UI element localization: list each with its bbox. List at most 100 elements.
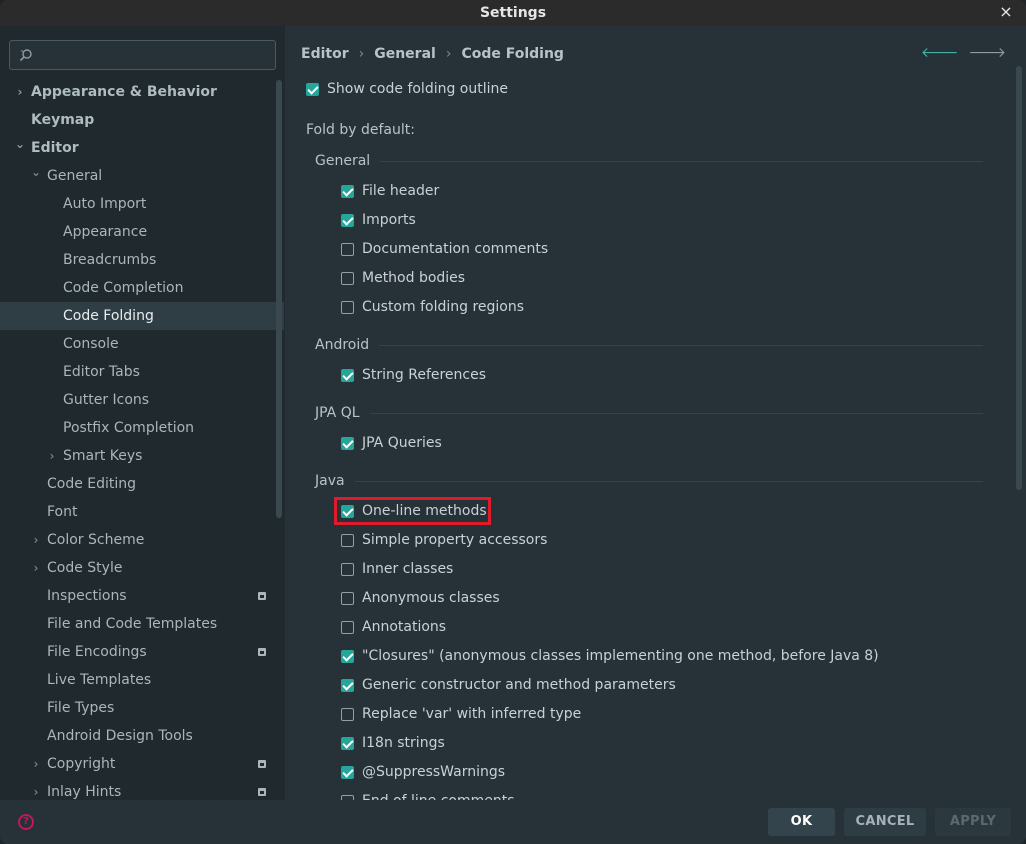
- sidebar-item-breadcrumbs[interactable]: Breadcrumbs: [0, 246, 272, 274]
- chevron-down-icon[interactable]: ⌄: [14, 130, 26, 158]
- sidebar-item-label: Editor Tabs: [63, 364, 140, 380]
- checkbox-unchecked-icon[interactable]: [341, 533, 354, 547]
- checkbox-checked-icon[interactable]: [341, 213, 354, 227]
- checkbox-unchecked-icon[interactable]: [341, 707, 354, 721]
- checkbox-unchecked-icon[interactable]: [341, 271, 354, 285]
- checkbox-simple-property-accessors[interactable]: Simple property accessors: [341, 529, 547, 551]
- checkbox-custom-folding-regions[interactable]: Custom folding regions: [341, 296, 524, 318]
- checkbox-checked-icon[interactable]: [341, 678, 354, 692]
- breadcrumb-item-editor[interactable]: Editor: [301, 46, 349, 62]
- checkbox-checked-icon[interactable]: [341, 184, 354, 198]
- checkbox-generic-constructor-and-method-parameters[interactable]: Generic constructor and method parameter…: [341, 674, 676, 696]
- checkbox-checked-icon[interactable]: [341, 436, 354, 450]
- checkbox-documentation-comments[interactable]: Documentation comments: [341, 238, 548, 260]
- group-title: General: [315, 153, 371, 169]
- sidebar-item-file-encodings[interactable]: File Encodings: [0, 638, 272, 666]
- sidebar-item-label: File Types: [47, 700, 115, 716]
- content-scrollbar[interactable]: [1016, 66, 1022, 490]
- sidebar-item-live-templates[interactable]: Live Templates: [0, 666, 272, 694]
- sidebar-item-console[interactable]: Console: [0, 330, 272, 358]
- checkbox-label: Simple property accessors: [362, 532, 548, 548]
- help-icon[interactable]: ?: [18, 814, 34, 830]
- checkbox-replace-var-with-inferred-type[interactable]: Replace 'var' with inferred type: [341, 703, 581, 725]
- checkbox-end-of-line-comments[interactable]: End of line comments: [341, 790, 515, 800]
- sidebar-item-label: Appearance: [63, 224, 148, 240]
- sidebar-item-file-types[interactable]: File Types: [0, 694, 272, 722]
- sidebar-scrollbar[interactable]: [276, 80, 282, 518]
- group-jpa-ql: JPA QL: [315, 403, 983, 423]
- checkbox-unchecked-icon[interactable]: [341, 620, 354, 634]
- sidebar-item-appearance[interactable]: Appearance: [0, 218, 272, 246]
- sidebar-item-label: Live Templates: [47, 672, 152, 688]
- back-arrow-icon[interactable]: 🡐: [921, 44, 959, 61]
- cancel-button[interactable]: CANCEL: [844, 808, 926, 836]
- sidebar-item-color-scheme[interactable]: › Color Scheme: [0, 526, 272, 554]
- search-input[interactable]: [38, 41, 272, 69]
- checkbox-checked-icon[interactable]: [306, 82, 319, 96]
- chevron-right-icon[interactable]: ›: [14, 78, 26, 106]
- checkbox-checked-icon[interactable]: [341, 765, 354, 779]
- checkbox-annotations[interactable]: Annotations: [341, 616, 446, 638]
- sidebar-item-auto-import[interactable]: Auto Import: [0, 190, 272, 218]
- sidebar-item-keymap[interactable]: Keymap: [0, 106, 272, 134]
- checkbox-closures-anonymous-classes-implementing-one-method-before-java-8[interactable]: "Closures" (anonymous classes implementi…: [341, 645, 879, 667]
- settings-window: Settings × › Appearance & Behavior Keymap ⌄…: [0, 0, 1026, 844]
- chevron-right-icon[interactable]: ›: [46, 442, 58, 470]
- checkbox-unchecked-icon[interactable]: [341, 591, 354, 605]
- apply-button[interactable]: APPLY: [935, 808, 1011, 836]
- sidebar-item-smart-keys[interactable]: › Smart Keys: [0, 442, 272, 470]
- close-icon[interactable]: ×: [998, 4, 1014, 20]
- sidebar-item-postfix-completion[interactable]: Postfix Completion: [0, 414, 272, 442]
- checkbox-i18n-strings[interactable]: I18n strings: [341, 732, 445, 754]
- checkbox-label: I18n strings: [362, 735, 445, 751]
- checkbox-label: @SuppressWarnings: [362, 764, 506, 780]
- breadcrumb-item-general[interactable]: General: [374, 46, 436, 62]
- sidebar-item-code-folding[interactable]: Code Folding: [0, 302, 284, 330]
- sidebar-item-label: Postfix Completion: [63, 420, 195, 436]
- project-scope-icon: [258, 788, 266, 796]
- chevron-down-icon[interactable]: ⌄: [30, 158, 42, 186]
- ok-button[interactable]: OK: [768, 808, 835, 836]
- checkbox-inner-classes[interactable]: Inner classes: [341, 558, 453, 580]
- checkbox-label: Inner classes: [362, 561, 454, 577]
- main-panel: Editor › General › Code Folding 🡐 🡒 Show…: [285, 26, 1026, 800]
- sidebar-item-inspections[interactable]: Inspections: [0, 582, 272, 610]
- sidebar-item-code-style[interactable]: › Code Style: [0, 554, 272, 582]
- sidebar-item-code-editing[interactable]: Code Editing: [0, 470, 272, 498]
- checkbox-unchecked-icon[interactable]: [341, 300, 354, 314]
- checkbox-label: Generic constructor and method parameter…: [362, 677, 676, 693]
- sidebar-item-file-and-code-templates[interactable]: File and Code Templates: [0, 610, 272, 638]
- checkbox-label: Documentation comments: [362, 241, 549, 257]
- checkbox-string-references[interactable]: String References: [341, 364, 486, 386]
- checkbox-anonymous-classes[interactable]: Anonymous classes: [341, 587, 500, 609]
- checkbox-checked-icon[interactable]: [341, 368, 354, 382]
- checkbox-unchecked-icon[interactable]: [341, 242, 354, 256]
- checkbox-file-header[interactable]: File header: [341, 180, 439, 202]
- checkbox-show-code-folding-outline[interactable]: Show code folding outline: [306, 78, 508, 100]
- sidebar-item-gutter-icons[interactable]: Gutter Icons: [0, 386, 272, 414]
- chevron-right-icon[interactable]: ›: [30, 554, 42, 582]
- breadcrumb-separator: ›: [358, 46, 365, 62]
- checkbox-imports[interactable]: Imports: [341, 209, 416, 231]
- checkbox-checked-icon[interactable]: [341, 736, 354, 750]
- group-separator: [379, 344, 983, 346]
- sidebar-item-android-design-tools[interactable]: Android Design Tools: [0, 722, 272, 750]
- checkbox-suppresswarnings[interactable]: @SuppressWarnings: [341, 761, 505, 783]
- chevron-right-icon[interactable]: ›: [30, 526, 42, 554]
- chevron-right-icon[interactable]: ›: [30, 750, 42, 778]
- group-separator: [380, 160, 983, 162]
- search-box[interactable]: [9, 40, 276, 70]
- highlight-box: [334, 497, 491, 525]
- checkbox-unchecked-icon[interactable]: [341, 562, 354, 576]
- checkbox-method-bodies[interactable]: Method bodies: [341, 267, 465, 289]
- dialog-footer: ? OK CANCEL APPLY: [0, 800, 1026, 844]
- sidebar-item-code-completion[interactable]: Code Completion: [0, 274, 272, 302]
- sidebar-item-editor-tabs[interactable]: Editor Tabs: [0, 358, 272, 386]
- sidebar-item-general[interactable]: ⌄ General: [0, 162, 272, 190]
- sidebar-item-appearance-behavior[interactable]: › Appearance & Behavior: [0, 78, 272, 106]
- sidebar-item-copyright[interactable]: › Copyright: [0, 750, 272, 778]
- checkbox-jpa-queries[interactable]: JPA Queries: [341, 432, 442, 454]
- checkbox-checked-icon[interactable]: [341, 649, 354, 663]
- sidebar-item-font[interactable]: Font: [0, 498, 272, 526]
- forward-arrow-icon[interactable]: 🡒: [968, 44, 1006, 61]
